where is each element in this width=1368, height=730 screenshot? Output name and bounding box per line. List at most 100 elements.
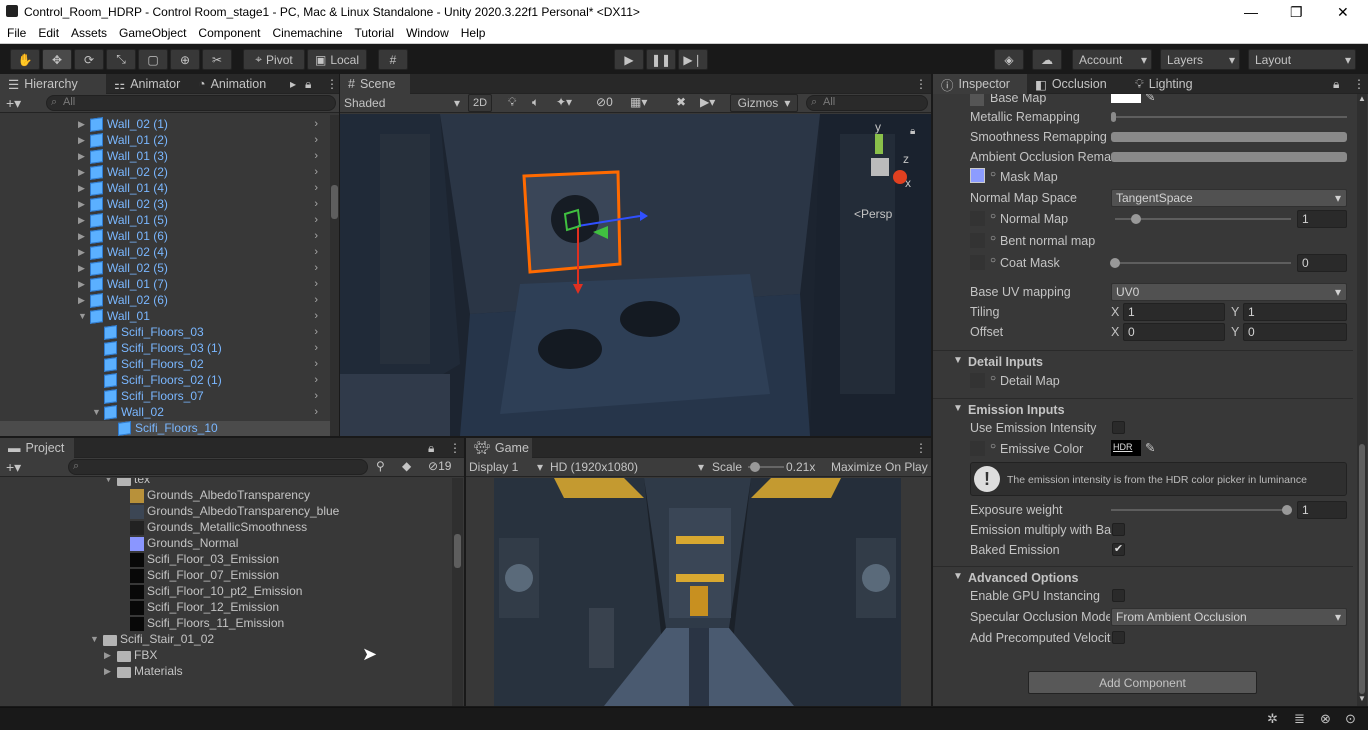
hierarchy-item[interactable]: ▶ Wall_02 (6) › (0, 293, 330, 309)
expand-closed-icon[interactable]: ▶ (78, 295, 85, 306)
project-item[interactable]: Grounds_Normal (0, 536, 450, 552)
mask-map-thumb[interactable] (970, 168, 985, 183)
tab-animation[interactable]: ◔ Animation (190, 74, 274, 94)
scrollbar-thumb[interactable] (1359, 444, 1365, 694)
minimize-button[interactable]: — (1244, 4, 1258, 20)
project-item[interactable]: Scifi_Floor_03_Emission (0, 552, 450, 568)
gizmos-dropdown[interactable]: Gizmos ▾ (730, 94, 798, 112)
coat-mask-slot[interactable] (970, 255, 985, 270)
progress-icon[interactable]: ⊗ (1320, 711, 1331, 727)
emissive-color-swatch[interactable]: HDR (1111, 440, 1141, 456)
step-button[interactable]: ▶❘ (678, 49, 708, 70)
scale-tool-button[interactable]: ⤡ (106, 49, 136, 70)
hierarchy-item[interactable]: ▶ Wall_02 (3) › (0, 197, 330, 213)
chevron-right-icon[interactable]: › (314, 342, 318, 354)
hierarchy-scrollbar[interactable] (330, 115, 339, 436)
menu-help[interactable]: Help (454, 24, 491, 40)
panel-menu-icon[interactable]: ⋮ (915, 77, 927, 91)
eyedropper-icon[interactable]: ✎ (1145, 440, 1155, 455)
menu-window[interactable]: Window (399, 24, 454, 40)
hierarchy-item[interactable]: ▼ Wall_02 › (0, 405, 330, 421)
project-search-input[interactable]: ⌕ (68, 459, 368, 475)
expand-closed-icon[interactable]: ▶ (78, 263, 85, 274)
expand-closed-icon[interactable]: ▶ (78, 183, 85, 194)
hierarchy-item[interactable]: ▶ Wall_02 (4) › (0, 245, 330, 261)
gpu-instancing-checkbox[interactable] (1112, 589, 1125, 602)
project-item[interactable]: Grounds_AlbedoTransparency_blue (0, 504, 450, 520)
menu-cinemachine[interactable]: Cinemachine (265, 24, 347, 40)
play-button[interactable]: ▶ (614, 49, 644, 70)
texture-slot-icon[interactable] (970, 94, 984, 106)
chevron-right-icon[interactable]: › (314, 406, 318, 418)
emission-inputs-header[interactable]: ▼ Emission Inputs (933, 398, 1353, 420)
emission-multiply-checkbox[interactable] (1112, 523, 1125, 536)
chevron-right-icon[interactable]: › (314, 390, 318, 402)
detail-map-slot[interactable] (970, 373, 985, 388)
expand-closed-icon[interactable]: ▶ (78, 215, 85, 226)
normal-space-dropdown[interactable]: TangentSpace (1111, 189, 1347, 207)
grid-snap-button[interactable]: # (378, 49, 408, 70)
expand-closed-icon[interactable]: ▶ (104, 650, 111, 661)
menu-edit[interactable]: Edit (31, 24, 64, 40)
panel-menu-icon[interactable]: ⋮ (449, 441, 461, 455)
tab-hierarchy[interactable]: ☰ Hierarchy (0, 74, 106, 94)
hierarchy-item[interactable]: Scifi_Floors_10 (0, 421, 330, 436)
account-dropdown[interactable]: Account (1072, 49, 1152, 70)
scrollbar-thumb[interactable] (331, 185, 338, 219)
visibility-icon[interactable]: ⊘0 (596, 95, 613, 109)
hierarchy-item[interactable]: ▶ Wall_02 (5) › (0, 261, 330, 277)
exposure-weight-value[interactable]: 1 (1297, 501, 1347, 519)
chevron-right-icon[interactable]: › (314, 262, 318, 274)
scroll-down-icon[interactable]: ▼ (1358, 694, 1366, 703)
chevron-right-icon[interactable]: › (314, 326, 318, 338)
menu-assets[interactable]: Assets (64, 24, 112, 40)
hierarchy-item[interactable]: ▶ Wall_01 (7) › (0, 277, 330, 293)
base-uv-dropdown[interactable]: UV0 (1111, 283, 1347, 301)
display-dropdown[interactable]: Display 1 ▾ (469, 460, 543, 474)
normal-map-slot[interactable] (970, 211, 985, 226)
hierarchy-item[interactable]: ▶ Wall_01 (4) › (0, 181, 330, 197)
scene-lock-icon[interactable]: 🔒︎ (910, 126, 915, 137)
scrollbar-thumb[interactable] (454, 534, 461, 568)
project-item[interactable]: Scifi_Floors_11_Emission (0, 616, 450, 632)
normal-map-slider-knob[interactable] (1131, 214, 1141, 224)
smoothness-remap-slider[interactable] (1111, 132, 1347, 142)
lighting-icon[interactable]: 💡︎ (508, 95, 516, 110)
layers-dropdown[interactable]: Layers (1160, 49, 1240, 70)
project-item[interactable]: Grounds_MetallicSmoothness (0, 520, 450, 536)
pause-button[interactable]: ❚❚ (646, 49, 676, 70)
chevron-right-icon[interactable]: › (314, 230, 318, 242)
expand-closed-icon[interactable]: ▶ (104, 666, 111, 677)
project-item[interactable]: ▶ FBX (0, 648, 450, 664)
database-icon[interactable]: ≣ (1294, 711, 1305, 727)
2d-toggle[interactable]: 2D (468, 94, 492, 112)
offset-y-field[interactable]: 0 (1243, 323, 1347, 341)
expand-closed-icon[interactable]: ▶ (78, 167, 85, 178)
tiling-y-field[interactable]: 1 (1243, 303, 1347, 321)
lock-icon[interactable]: 🔒︎ (305, 77, 311, 92)
create-plus-button[interactable]: +▾ (6, 95, 21, 112)
project-item[interactable]: ▶ Materials (0, 664, 450, 680)
scene-viewport[interactable]: y z x <Persp 🔒︎ (340, 114, 931, 436)
detail-inputs-header[interactable]: ▼ Detail Inputs (933, 350, 1353, 372)
lock-icon[interactable]: 🔒︎ (428, 441, 434, 456)
hierarchy-item[interactable]: ▶ Wall_01 (5) › (0, 213, 330, 229)
expand-closed-icon[interactable]: ▶ (78, 151, 85, 162)
panel-menu-icon[interactable]: ⋮ (1353, 77, 1365, 91)
hidden-packages-icon[interactable]: ⊘19 (428, 459, 451, 473)
menu-component[interactable]: Component (191, 24, 265, 40)
resolution-dropdown[interactable]: HD (1920x1080) ▾ (550, 460, 704, 474)
network-icon[interactable]: ⊙ (1345, 711, 1356, 727)
hierarchy-item[interactable]: Scifi_Floors_02 (1) › (0, 373, 330, 389)
maximize-on-play-toggle[interactable]: Maximize On Play (831, 460, 928, 474)
grid-icon[interactable]: ▦▾ (630, 95, 647, 109)
hierarchy-item[interactable]: Scifi_Floors_02 › (0, 357, 330, 373)
tab-inspector[interactable]: ⓘ Inspector (933, 74, 1027, 94)
custom-tool-button[interactable]: ✂ (202, 49, 232, 70)
expand-closed-icon[interactable]: ▶ (78, 231, 85, 242)
hierarchy-item[interactable]: ▶ Wall_01 (6) › (0, 229, 330, 245)
pivot-toggle[interactable]: ⌖ Pivot (243, 49, 305, 70)
use-emission-intensity-checkbox[interactable] (1112, 421, 1125, 434)
chevron-right-icon[interactable]: › (314, 278, 318, 290)
hand-tool-button[interactable]: ✋ (10, 49, 40, 70)
